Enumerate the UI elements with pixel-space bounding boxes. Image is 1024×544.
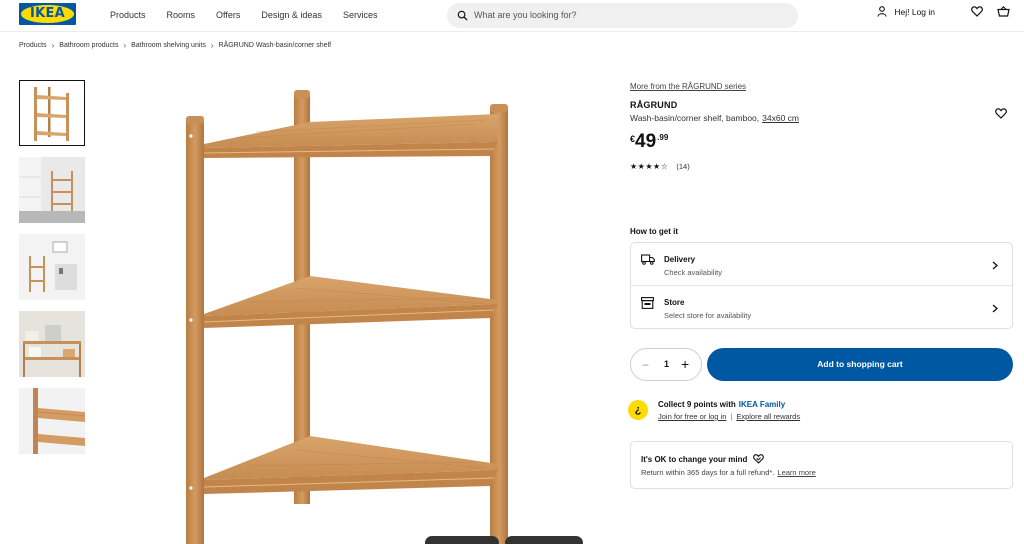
product-name: RÅGRUND (630, 100, 678, 110)
return-text: Return within 365 days for a full refund… (641, 468, 775, 477)
heart-icon (971, 6, 983, 17)
corner-shelf-image (186, 90, 508, 544)
breadcrumb-item-bathroom-shelving[interactable]: Bathroom shelving units (131, 42, 206, 49)
add-to-cart-button[interactable]: Add to shopping cart (707, 348, 1013, 381)
user-icon (877, 6, 887, 17)
thumbnail-4[interactable] (19, 311, 85, 377)
login-label: Hej! Log in (894, 6, 935, 17)
login-link[interactable]: Hej! Log in (877, 6, 935, 17)
chevron-right-icon (992, 261, 998, 270)
return-policy-text: Return within 365 days for a full refund… (641, 468, 816, 477)
thumbnail-list (19, 80, 85, 465)
main-product-image[interactable] (96, 58, 616, 544)
price-decimal: .99 (657, 133, 669, 142)
product-price: € 49 .99 (630, 131, 668, 153)
search-placeholder: What are you looking for? (474, 10, 577, 20)
quantity-stepper: − 1 + (630, 348, 702, 381)
decrease-quantity-button[interactable]: − (642, 358, 649, 372)
header-actions: Hej! Log in (877, 6, 1010, 17)
chevron-right-icon: › (210, 41, 214, 50)
search-input[interactable]: What are you looking for? (447, 3, 798, 28)
thumbnail-3[interactable] (19, 234, 85, 300)
heart-return-icon (753, 454, 765, 464)
chevron-right-icon: › (51, 41, 55, 50)
image-action-button-2[interactable] (505, 536, 583, 544)
thumbnail-2[interactable] (19, 157, 85, 223)
nav-products[interactable]: Products (110, 10, 146, 20)
main-nav: Products Rooms Offers Design & ideas Ser… (110, 10, 398, 20)
quantity-value[interactable]: 1 (664, 359, 669, 369)
breadcrumb-item-current: RÅGRUND Wash-basin/corner shelf (218, 42, 332, 49)
shelf-thumbnail-image (34, 87, 69, 141)
add-to-wishlist-button[interactable] (995, 106, 1007, 124)
chevron-right-icon (992, 304, 998, 313)
product-description: Wash-basin/corner shelf, bamboo, 34x60 cm (630, 113, 799, 123)
search-icon (457, 10, 468, 21)
fulfilment-options: Delivery Check availability Store Select… (630, 242, 1013, 329)
store-subtitle: Select store for availability (664, 311, 752, 320)
thumbnail-1[interactable] (19, 80, 85, 146)
return-policy-box: It's OK to change your mind Return withi… (630, 441, 1013, 489)
delivery-option[interactable]: Delivery Check availability (631, 243, 1012, 286)
store-title: Store (664, 298, 685, 307)
bathroom-scene-image (19, 157, 85, 223)
join-link[interactable]: Join for free or log in (658, 412, 726, 421)
chevron-right-icon: › (123, 41, 127, 50)
link-separator: | (730, 412, 733, 421)
nav-services[interactable]: Services (343, 10, 378, 20)
return-title-text: It's OK to change your mind (641, 454, 748, 464)
heart-icon (995, 108, 1007, 119)
closeup-image (19, 388, 85, 454)
logo-text: IKEA (29, 6, 66, 21)
shopping-bag-icon (997, 6, 1010, 17)
review-count: (14) (676, 162, 690, 171)
product-description-text: Wash-basin/corner shelf, bamboo, (630, 113, 760, 123)
thumbnail-5[interactable] (19, 388, 85, 454)
nav-offers[interactable]: Offers (216, 10, 240, 20)
family-links: Join for free or log in | Explore all rewa… (658, 412, 800, 421)
favourites-button[interactable] (971, 6, 983, 17)
delivery-subtitle: Check availability (664, 268, 722, 277)
family-brand: IKEA Family (738, 400, 786, 409)
breadcrumb-item-products[interactable]: Products (19, 42, 47, 49)
family-text-main: Collect 9 points with (658, 400, 736, 409)
breadcrumb: Products › Bathroom products › Bathroom … (19, 41, 331, 50)
star-rating-icon: ★★★★☆ (630, 162, 669, 171)
room-scene-image (19, 234, 85, 300)
breadcrumb-item-bathroom-products[interactable]: Bathroom products (59, 42, 118, 49)
nav-rooms[interactable]: Rooms (167, 10, 196, 20)
delivery-title: Delivery (664, 255, 696, 264)
truck-icon (641, 254, 655, 265)
detail-scene-image (19, 311, 85, 377)
top-header: IKEA Products Rooms Offers Design & idea… (0, 0, 1024, 32)
nav-design-ideas[interactable]: Design & ideas (261, 10, 322, 20)
measurements-link[interactable]: 34x60 cm (762, 113, 799, 123)
price-integer: 49 (635, 131, 657, 152)
how-to-get-it-heading: How to get it (630, 227, 678, 236)
series-link[interactable]: More from the RÅGRUND series (630, 82, 746, 91)
product-rating[interactable]: ★★★★☆ (14) (630, 162, 690, 171)
image-action-button-1[interactable] (425, 536, 499, 544)
family-badge-icon: ¿ (628, 400, 648, 420)
cart-button[interactable] (997, 6, 1010, 17)
store-icon (641, 297, 654, 309)
ikea-logo[interactable]: IKEA (19, 3, 76, 25)
family-text: Collect 9 points with IKEA Family (658, 400, 785, 409)
store-option[interactable]: Store Select store for availability (631, 286, 1012, 329)
return-policy-title: It's OK to change your mind (641, 454, 765, 464)
learn-more-link[interactable]: Learn more (777, 468, 815, 477)
explore-rewards-link[interactable]: Explore all rewards (736, 412, 800, 421)
increase-quantity-button[interactable]: + (681, 356, 689, 372)
